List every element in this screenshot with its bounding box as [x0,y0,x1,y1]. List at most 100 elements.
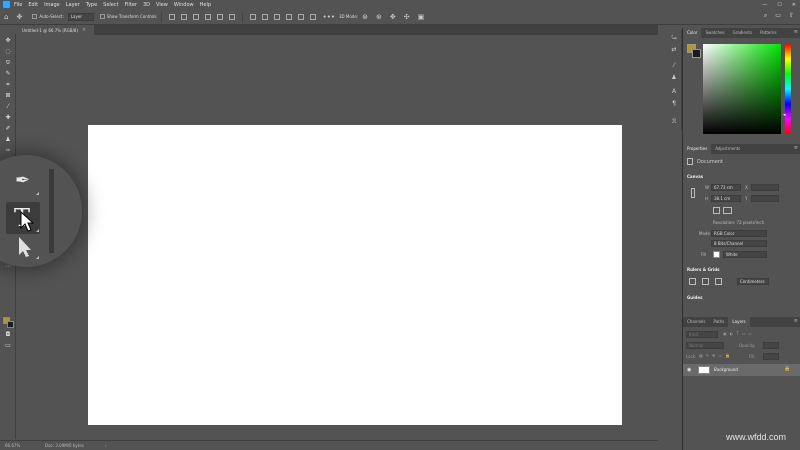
layer-name[interactable]: Background [714,367,738,372]
quick-select-tool-icon[interactable]: ✎ [3,69,13,78]
menu-filter[interactable]: Filter [125,2,137,8]
more-options-icon[interactable]: ••• [323,13,335,21]
tab-channels[interactable]: Channels [683,317,710,327]
tab-patterns[interactable]: Patterns [756,28,780,38]
guides-header[interactable]: Guides [687,295,702,300]
color-picker-field[interactable] [703,44,781,134]
menu-file[interactable]: File [14,2,22,8]
3d-pan-icon[interactable]: ✥ [390,13,396,21]
move-tool-icon[interactable]: ✥ [3,36,13,45]
workspace-icon[interactable]: ▭ [775,12,781,20]
hue-slider[interactable] [785,44,791,134]
frame-tool-icon[interactable]: ⊠ [3,91,13,100]
ruler-icon[interactable] [689,278,696,285]
menu-3d[interactable]: 3D [143,2,150,8]
3d-slide-icon[interactable]: ✣ [404,13,410,21]
photoshop-logo-icon[interactable] [3,1,10,8]
layer-row-background[interactable]: ◉ Background 🔒 [683,364,800,376]
menu-help[interactable]: Help [200,2,211,8]
tab-paths[interactable]: Paths [710,317,729,327]
maximize-icon[interactable]: ☐ [777,2,781,8]
units-select[interactable]: Centimeters [737,278,769,285]
path-selection-tool-icon[interactable] [17,235,33,259]
hue-slider-marker-icon[interactable]: ◂ [783,112,786,118]
background-color-swatch[interactable] [7,321,14,328]
distribute-icon[interactable] [309,13,316,20]
tab-layers[interactable]: Layers [728,317,750,327]
panel-menu-icon[interactable]: ≡ [794,29,798,35]
blend-mode-select[interactable]: Normal [686,342,724,349]
portrait-orientation-icon[interactable] [713,207,720,214]
tab-color[interactable]: Color [683,28,702,38]
tab-adjustments[interactable]: Adjustments [711,144,744,154]
pen-tool-icon[interactable]: ✒ [15,170,30,191]
rulers-grids-header[interactable]: Rulers & Grids [687,267,720,272]
screen-mode-icon[interactable]: ▭ [3,341,13,350]
menu-layer[interactable]: Layer [66,2,80,8]
zoom-level[interactable]: 66.67% [5,443,45,448]
marquee-tool-icon[interactable]: ◌ [3,47,13,56]
clone-source-icon[interactable]: ♟ [670,74,678,82]
history-panel-icon[interactable]: ⤿ [670,34,678,42]
grid-icon[interactable] [702,278,709,285]
align-center-icon[interactable] [180,13,187,20]
share-icon[interactable]: ⇧ [789,12,794,20]
height-input[interactable]: 38.1 cm [711,195,741,202]
document-tab[interactable]: Untitled-1 @ 66.7% (RGB/8) × [18,25,94,35]
3d-roll-icon[interactable]: ⊛ [376,13,382,21]
distribute-icon[interactable] [285,13,292,20]
distribute-icon[interactable] [261,13,268,20]
distribute-icon[interactable] [297,13,304,20]
align-top-icon[interactable] [204,13,211,20]
move-tool-icon[interactable]: ✥ [16,13,22,21]
color-mode-select[interactable]: RGB Color [711,230,767,237]
history-brush-tool-icon[interactable]: ✑ [3,146,13,155]
glyphs-panel-icon[interactable]: ℛ [670,118,678,126]
bit-depth-select[interactable]: 8 Bits/Channel [711,240,767,247]
eyedropper-tool-icon[interactable]: ⁄ [3,102,13,111]
brush-settings-icon[interactable]: ⁄ [670,62,678,70]
auto-select-checkbox[interactable] [32,14,38,19]
tab-gradients[interactable]: Gradients [729,28,757,38]
menu-edit[interactable]: Edit [28,2,38,8]
properties-panel-icon[interactable]: ⇄ [670,46,678,54]
y-input[interactable] [751,195,779,202]
status-menu-icon[interactable]: › [105,443,107,448]
distribute-icon[interactable] [273,13,280,20]
align-right-icon[interactable] [192,13,199,20]
quick-mask-icon[interactable]: ◘ [3,330,13,339]
brush-tool-icon[interactable]: ✐ [3,124,13,133]
minimize-icon[interactable]: — [762,2,767,8]
close-icon[interactable]: ✕ [792,2,796,8]
align-bottom-icon[interactable] [228,13,235,20]
menu-image[interactable]: Image [44,2,60,8]
show-transform-checkbox[interactable] [99,14,105,19]
3d-orbit-icon[interactable]: ⊛ [362,13,368,21]
width-input[interactable]: 67.73 cm [711,184,741,191]
lock-options-icons[interactable]: ▦✎✥▭🔒 [699,353,733,358]
layer-filter-icons[interactable]: ▣◐T▭◇ [723,331,755,336]
layer-select-dropdown[interactable]: Layer [67,12,94,21]
x-input[interactable] [751,184,779,191]
landscape-orientation-icon[interactable] [723,207,732,214]
canvas-section-header[interactable]: Canvas [687,174,703,179]
layer-fill-input[interactable] [763,353,779,360]
document-canvas[interactable] [88,125,622,425]
menu-select[interactable]: Select [103,2,118,8]
lock-icon[interactable]: 🔒 [784,366,790,372]
crop-tool-icon[interactable]: ⌗ [3,80,13,89]
pixel-grid-icon[interactable] [715,278,722,285]
healing-brush-tool-icon[interactable]: ✚ [3,113,13,122]
fill-select[interactable]: White [723,251,767,258]
3d-scale-icon[interactable]: ▣ [418,13,425,21]
distribute-icon[interactable] [249,13,256,20]
clone-stamp-tool-icon[interactable]: ♟ [3,135,13,144]
menu-view[interactable]: View [156,2,168,8]
home-icon[interactable]: ⌂ [4,13,8,21]
opacity-input[interactable] [763,342,779,349]
align-middle-icon[interactable] [216,13,223,20]
lasso-tool-icon[interactable]: ଡ [3,58,13,67]
visibility-eye-icon[interactable]: ◉ [687,367,691,373]
search-icon[interactable]: ⌕ [764,12,767,20]
tab-properties[interactable]: Properties [683,144,712,154]
